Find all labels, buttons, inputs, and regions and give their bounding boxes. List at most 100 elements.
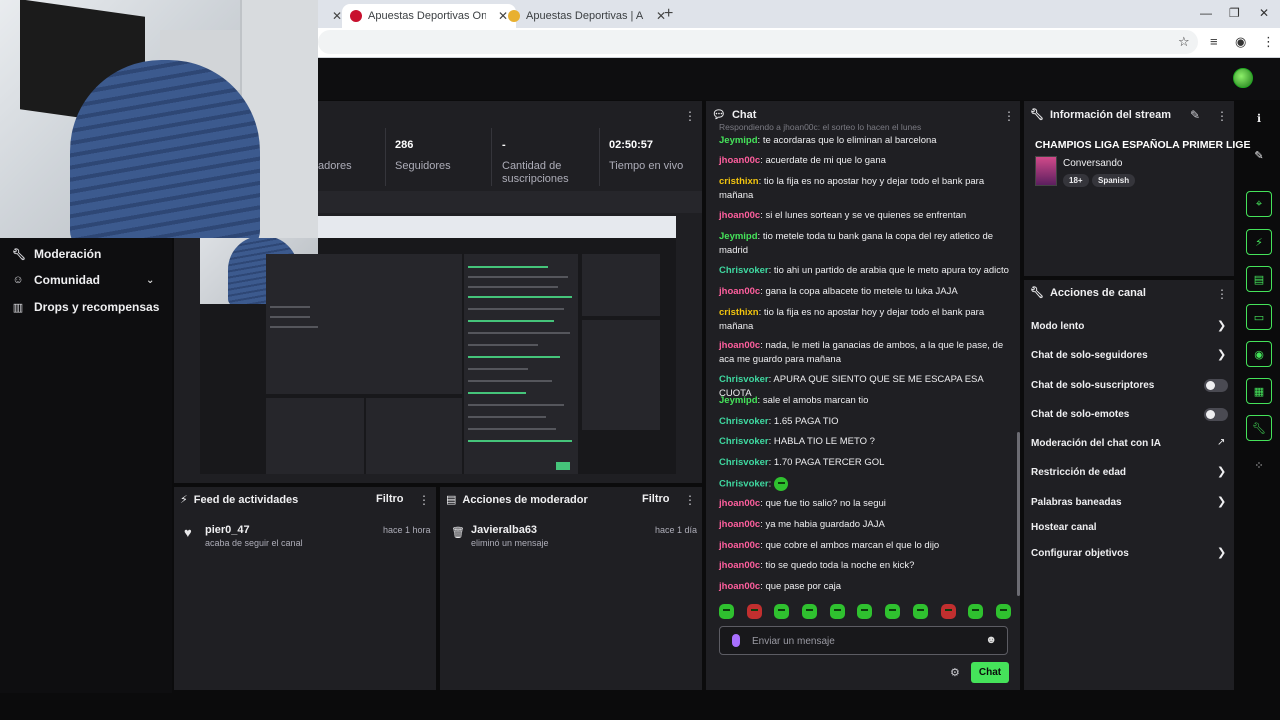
lightning-icon[interactable]: ⚡︎ <box>1246 229 1272 255</box>
chat-username[interactable]: Chrisvoker <box>719 457 769 468</box>
chat-username[interactable]: cristhixn <box>719 307 759 318</box>
action-goals[interactable]: Configurar objetivos <box>1031 548 1129 559</box>
new-tab-icon[interactable]: + <box>664 5 673 23</box>
action-subs-only[interactable]: Chat de solo-suscriptores <box>1031 380 1154 391</box>
action-followers-only[interactable]: Chat de solo-seguidores <box>1031 350 1148 361</box>
chevron-right-icon[interactable]: ❯ <box>1217 495 1226 508</box>
external-link-icon[interactable]: ↗ <box>1217 437 1225 448</box>
microphone-icon[interactable] <box>732 634 740 647</box>
sidebar-item-community[interactable]: ☺ Comunidad ⌄ <box>12 273 154 287</box>
emote-button-icon[interactable] <box>802 604 818 619</box>
clip-icon[interactable]: ⌖ <box>1246 191 1272 217</box>
emoji-picker-icon[interactable]: ☻ <box>985 634 997 646</box>
close-tab-icon[interactable]: ✕ <box>332 9 342 23</box>
chat-username[interactable]: jhoan00c <box>719 155 760 166</box>
document-icon[interactable]: ▤ <box>1246 266 1272 292</box>
emote-button-icon[interactable] <box>857 604 873 619</box>
chevron-right-icon[interactable]: ❯ <box>1217 348 1226 361</box>
chat-bubble-icon[interactable]: ▭ <box>1246 304 1272 330</box>
chat-send-button[interactable]: Chat <box>971 662 1009 683</box>
chat-username[interactable]: Chrisvoker <box>719 374 769 385</box>
stream-preview[interactable] <box>200 216 676 474</box>
edit-pencil-icon[interactable]: ✎ <box>1246 142 1272 168</box>
emote-button-icon[interactable] <box>995 604 1011 619</box>
profile-icon[interactable]: ◉ <box>1235 34 1246 50</box>
chat-username[interactable]: jhoan00c <box>719 581 760 592</box>
feed-username[interactable]: pier0_47 <box>205 524 250 536</box>
browser-tab-2[interactable]: Apuestas Deportivas | Apuestas ✕ <box>500 4 674 28</box>
more-options-icon[interactable]: ⋮ <box>1216 287 1228 301</box>
close-window-icon[interactable]: ✕ <box>1259 6 1269 20</box>
emote-button-icon[interactable] <box>940 604 956 619</box>
info-icon[interactable]: ℹ <box>1246 105 1272 131</box>
more-options-icon[interactable]: ⋮ <box>684 109 696 123</box>
address-bar[interactable] <box>318 30 1198 54</box>
action-emotes-only[interactable]: Chat de solo-emotes <box>1031 409 1129 420</box>
browser-menu-icon[interactable]: ⋮ <box>1262 34 1275 50</box>
category-thumbnail[interactable] <box>1035 156 1057 186</box>
more-options-icon[interactable]: ⋮ <box>418 493 430 507</box>
chat-username[interactable]: cristhixn <box>719 176 759 187</box>
sidebar-item-moderation[interactable]: 🔧︎ Moderación <box>12 247 101 261</box>
emote-button-icon[interactable] <box>968 604 984 619</box>
chat-input[interactable] <box>752 632 982 650</box>
action-host-channel[interactable]: Hostear canal <box>1031 522 1097 533</box>
emote-button-icon[interactable] <box>885 604 901 619</box>
filter-button[interactable]: Filtro <box>642 493 670 505</box>
minimize-icon[interactable]: — <box>1200 6 1212 20</box>
chat-input-box[interactable]: ☻ <box>719 626 1008 655</box>
emotes-only-toggle[interactable] <box>1204 408 1228 421</box>
broadcast-icon[interactable]: ◉ <box>1246 341 1272 367</box>
add-widget-icon[interactable]: ⁘ <box>1246 452 1272 478</box>
browser-tab-1[interactable]: Apuestas Deportivas Online | Ap ✕ <box>342 4 517 28</box>
sidebar-item-drops[interactable]: ▥ Drops y recompensas <box>12 300 160 314</box>
more-options-icon[interactable]: ⋮ <box>1003 109 1015 123</box>
chat-username[interactable]: Jeymipd <box>719 231 758 242</box>
wrench-icon[interactable]: 🔧︎ <box>1246 415 1272 441</box>
chat-settings-icon[interactable]: ⚙ <box>950 666 960 679</box>
chat-username[interactable]: Chrisvoker <box>719 436 769 447</box>
more-options-icon[interactable]: ⋮ <box>1216 109 1228 123</box>
emote-button-icon[interactable] <box>912 604 928 619</box>
chat-username[interactable]: Jeymipd <box>719 395 758 406</box>
emote-button-icon[interactable] <box>829 604 845 619</box>
chat-username[interactable]: Jeymipd <box>719 135 758 146</box>
edit-pencil-icon[interactable]: ✎ <box>1190 108 1200 122</box>
chat-username[interactable]: Chrisvoker <box>719 416 769 427</box>
chat-username[interactable]: jhoan00c <box>719 519 760 530</box>
mod-username[interactable]: Javieralba63 <box>471 524 537 536</box>
emote-button-icon[interactable] <box>774 604 790 619</box>
more-options-icon[interactable]: ⋮ <box>684 493 696 507</box>
emote-button-icon[interactable] <box>746 604 762 619</box>
maximize-icon[interactable]: ❐ <box>1229 6 1240 20</box>
user-avatar[interactable] <box>1233 68 1253 88</box>
bookmark-star-icon[interactable]: ☆ <box>1178 34 1190 50</box>
subs-only-toggle[interactable] <box>1204 379 1228 392</box>
chevron-right-icon[interactable]: ❯ <box>1217 546 1226 559</box>
action-slow-mode[interactable]: Modo lento <box>1031 321 1084 332</box>
chat-username[interactable]: jhoan00c <box>719 560 760 571</box>
chevron-right-icon[interactable]: ❯ <box>1217 319 1226 332</box>
tag-language[interactable]: Spanish <box>1092 174 1136 187</box>
action-age-restriction[interactable]: Restricción de edad <box>1031 467 1126 478</box>
chat-username[interactable]: Chrisvoker <box>719 479 769 490</box>
chevron-right-icon[interactable]: ❯ <box>1217 465 1226 478</box>
chat-username[interactable]: jhoan00c <box>719 340 760 351</box>
emote-button-icon[interactable] <box>719 604 734 619</box>
layout-icon[interactable]: ▦ <box>1246 378 1272 404</box>
action-ai-moderation[interactable]: Moderación del chat con IA <box>1031 438 1161 449</box>
tab-title: Apuestas Deportivas | Apuestas <box>526 10 644 22</box>
media-queue-icon[interactable]: ≡ <box>1210 34 1218 49</box>
chat-username[interactable]: jhoan00c <box>719 210 760 221</box>
chat-username[interactable]: jhoan00c <box>719 286 760 297</box>
action-banned-words[interactable]: Palabras baneadas <box>1031 497 1122 508</box>
chat-username[interactable]: jhoan00c <box>719 540 760 551</box>
filter-button[interactable]: Filtro <box>376 493 404 505</box>
chat-username[interactable]: Chrisvoker <box>719 265 769 276</box>
chat-scrollbar[interactable] <box>1017 432 1020 596</box>
tag-age-rating[interactable]: 18+ <box>1063 174 1089 187</box>
activity-feed-header: ⚡︎ Feed de actividades <box>180 493 298 507</box>
chevron-down-icon[interactable]: ⌄ <box>146 275 154 286</box>
stream-category[interactable]: Conversando <box>1063 158 1122 169</box>
chat-username[interactable]: jhoan00c <box>719 498 760 509</box>
